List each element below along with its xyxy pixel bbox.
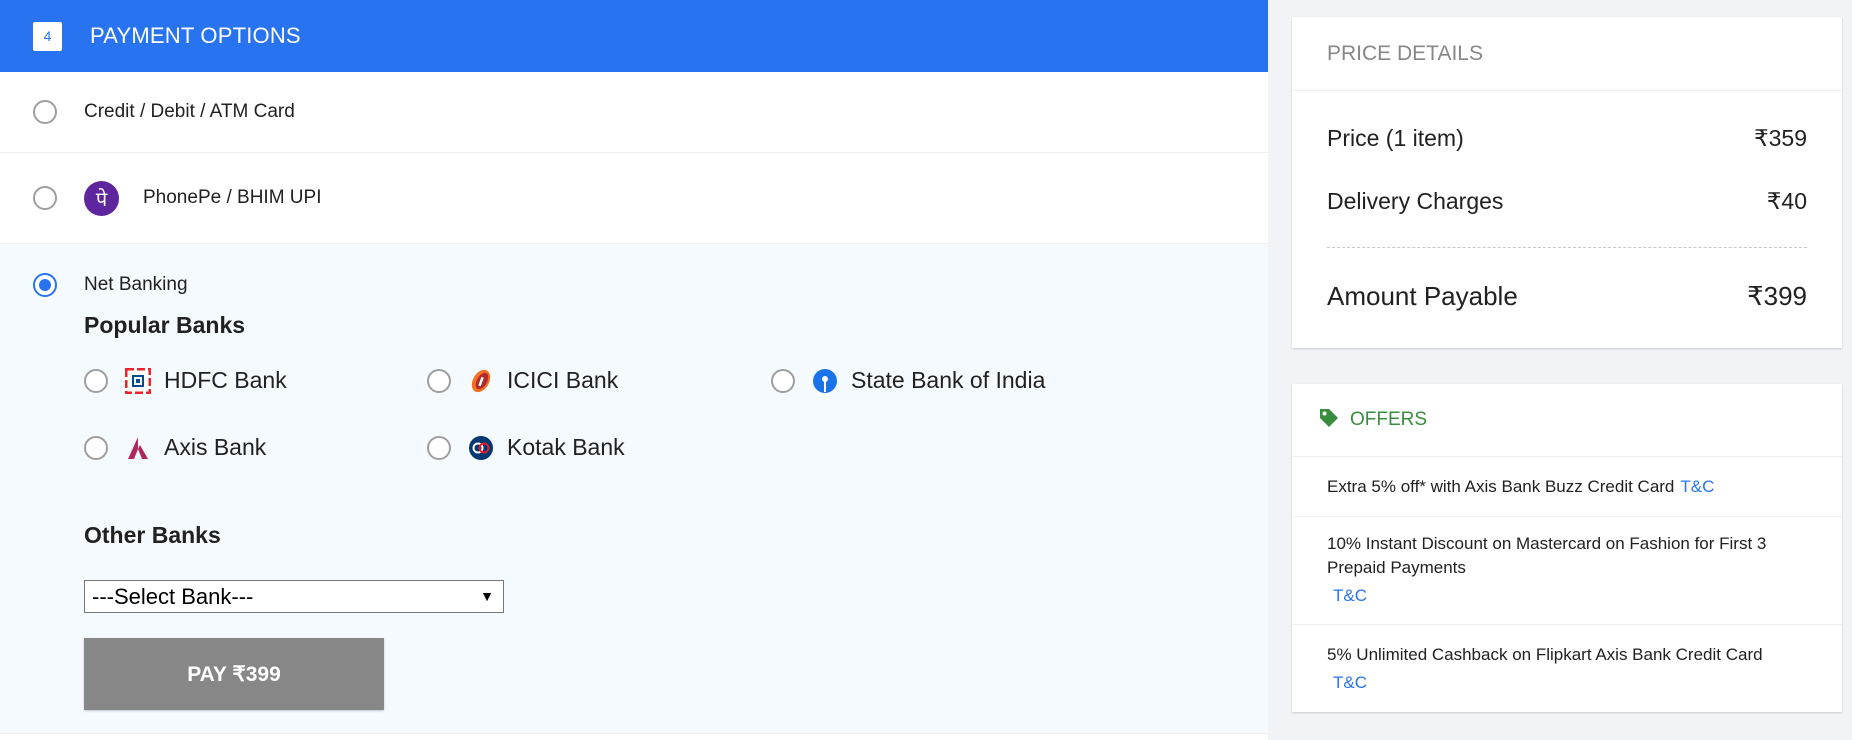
offers-card: OFFERS Extra 5% off* with Axis Bank Buzz… <box>1292 384 1842 712</box>
offer-tc-link[interactable]: T&C <box>1333 586 1367 605</box>
offer-tag-icon <box>1318 407 1340 434</box>
icici-logo-icon <box>468 368 494 394</box>
offer-item: 10% Instant Discount on Mastercard on Fa… <box>1292 517 1842 625</box>
other-bank-select-value: ---Select Bank--- <box>92 583 254 609</box>
bank-option-kotak[interactable]: Kotak Bank <box>427 434 625 461</box>
price-row-value: ₹359 <box>1753 125 1807 151</box>
sbi-radio[interactable] <box>771 368 795 393</box>
axis-bank-label: Axis Bank <box>164 434 267 460</box>
price-divider <box>1327 247 1807 248</box>
amount-payable-label: Amount Payable <box>1327 281 1518 311</box>
kotak-logo-icon <box>468 435 494 461</box>
net-banking-section: Net Banking Popular Banks HDFC Bank ICIC… <box>0 244 1268 734</box>
hdfc-radio[interactable] <box>84 368 108 393</box>
card-radio[interactable] <box>33 100 57 124</box>
payment-options-panel: 4 PAYMENT OPTIONS Credit / Debit / ATM C… <box>0 0 1268 740</box>
payment-option-card[interactable]: Credit / Debit / ATM Card <box>0 72 1268 153</box>
delivery-row-value: ₹40 <box>1766 188 1807 214</box>
axis-logo-icon <box>125 435 151 461</box>
other-bank-select[interactable]: ---Select Bank--- ▼ <box>84 580 504 613</box>
bank-option-hdfc[interactable]: HDFC Bank <box>84 367 287 394</box>
payment-option-upi[interactable]: पे PhonePe / BHIM UPI <box>0 153 1268 244</box>
offers-header: OFFERS <box>1292 384 1842 457</box>
icici-bank-label: ICICI Bank <box>507 367 619 393</box>
other-banks-title: Other Banks <box>84 522 221 548</box>
hdfc-bank-label: HDFC Bank <box>164 367 287 393</box>
hdfc-logo-icon <box>125 367 151 394</box>
delivery-row-label: Delivery Charges <box>1327 188 1504 214</box>
payment-options-header: 4 PAYMENT OPTIONS <box>0 0 1268 72</box>
sbi-logo-icon <box>812 368 838 394</box>
bank-option-axis[interactable]: Axis Bank <box>84 434 266 461</box>
payment-option-net-banking[interactable]: Net Banking <box>33 273 188 297</box>
dropdown-arrow-icon: ▼ <box>480 588 494 604</box>
offer-text: 5% Unlimited Cashback on Flipkart Axis B… <box>1327 645 1763 664</box>
amount-payable-value: ₹399 <box>1747 281 1807 311</box>
card-option-label: Credit / Debit / ATM Card <box>84 101 295 122</box>
offer-tc-link[interactable]: T&C <box>1333 673 1367 692</box>
delivery-row: Delivery Charges ₹40 <box>1327 188 1807 215</box>
bank-option-icici[interactable]: ICICI Bank <box>427 367 618 394</box>
kotak-radio[interactable] <box>427 435 451 460</box>
net-banking-label: Net Banking <box>84 274 188 295</box>
upi-option-label: PhonePe / BHIM UPI <box>143 187 322 208</box>
offer-text: 10% Instant Discount on Mastercard on Fa… <box>1327 534 1767 577</box>
amount-payable-row: Amount Payable ₹399 <box>1327 281 1807 312</box>
price-row-label: Price (1 item) <box>1327 125 1464 151</box>
bank-option-sbi[interactable]: State Bank of India <box>771 367 1045 394</box>
price-row: Price (1 item) ₹359 <box>1327 125 1807 152</box>
sbi-bank-label: State Bank of India <box>851 367 1046 393</box>
offer-item: 5% Unlimited Cashback on Flipkart Axis B… <box>1292 625 1842 711</box>
popular-banks-title: Popular Banks <box>84 312 246 338</box>
net-banking-radio[interactable] <box>33 273 57 297</box>
step-number-badge: 4 <box>33 21 62 51</box>
phonepe-icon: पे <box>84 180 119 216</box>
payment-options-title: PAYMENT OPTIONS <box>90 23 301 48</box>
pay-button[interactable]: PAY ₹399 <box>84 638 384 710</box>
offer-text: Extra 5% off* with Axis Bank Buzz Credit… <box>1327 476 1675 496</box>
kotak-bank-label: Kotak Bank <box>507 434 625 460</box>
icici-radio[interactable] <box>427 368 451 393</box>
upi-radio[interactable] <box>33 186 57 210</box>
offers-title: OFFERS <box>1350 409 1428 430</box>
axis-radio[interactable] <box>84 435 108 460</box>
price-details-title: PRICE DETAILS <box>1292 17 1842 91</box>
price-details-card: PRICE DETAILS Price (1 item) ₹359 Delive… <box>1292 17 1842 348</box>
offer-item: Extra 5% off* with Axis Bank Buzz Credit… <box>1292 457 1842 517</box>
offer-tc-link[interactable]: T&C <box>1680 477 1714 496</box>
